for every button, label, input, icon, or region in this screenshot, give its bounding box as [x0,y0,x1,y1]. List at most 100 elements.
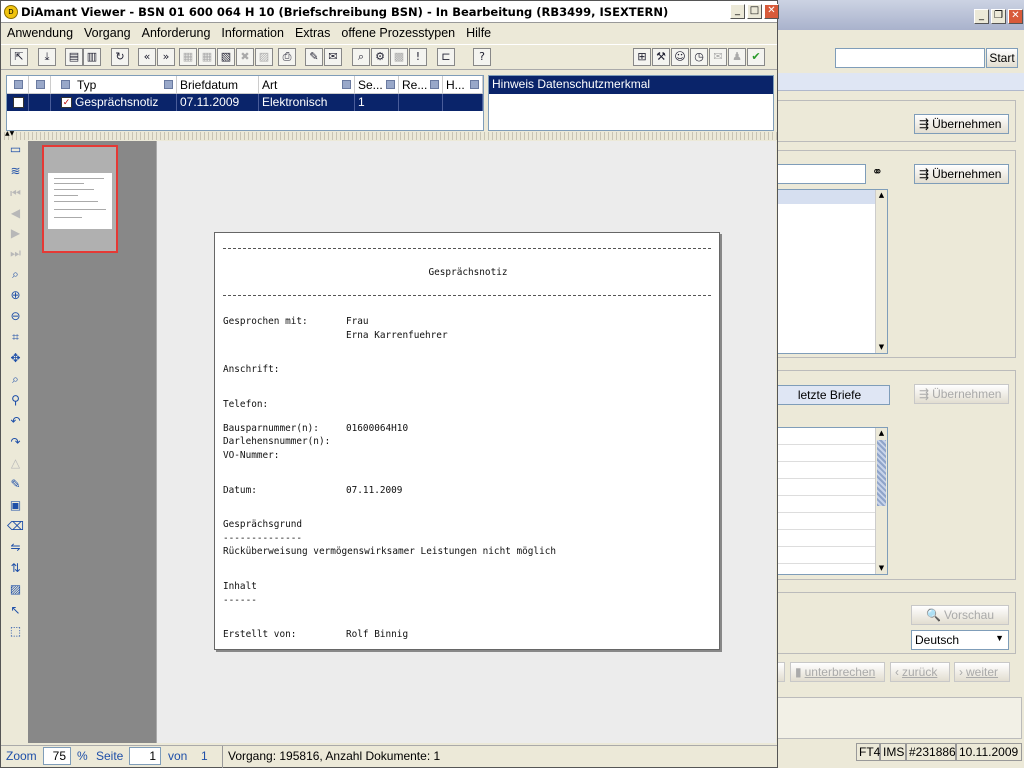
help-icon[interactable]: ? [473,48,491,66]
edit-icon[interactable]: ✎ [305,48,323,66]
status-ims: IMS [880,743,906,761]
scroll-down-icon[interactable]: ▼ [876,563,887,574]
print-icon[interactable]: ⎙ [278,48,296,66]
collapse-arrows-icon[interactable]: ▲▼ [5,131,14,137]
tool-1-icon[interactable]: ⊞ [633,48,651,66]
restore-icon[interactable]: ❐ [991,9,1006,24]
header-briefdatum[interactable]: Briefdatum [177,76,259,94]
download-icon[interactable]: ⤓ [38,48,56,66]
rotate-right-icon[interactable]: ↷ [7,434,24,451]
zoom-in-icon[interactable]: ⊕ [7,287,24,304]
section-header-bar [770,73,1024,91]
result-list[interactable]: ▲ ▼ [770,189,888,354]
hinweis-header[interactable]: Hinweis Datenschutzmerkmal [489,76,773,94]
header-re[interactable]: Re... [399,76,443,94]
weiter-button: › weiter [954,662,1010,682]
menu-anwendung[interactable]: Anwendung [7,26,73,40]
zoom-out-icon[interactable]: ⊖ [7,308,24,325]
erstellt-value: Rolf Binnig [346,629,409,640]
flip-horizontal-icon[interactable]: ⇋ [7,539,24,556]
prev-page-icon: ◀ [10,206,21,220]
alert-icon[interactable]: ! [409,48,427,66]
panel-1: ⇶ Übernehmen [770,100,1016,142]
menu-anforderung[interactable]: Anforderung [142,26,211,40]
header-se[interactable]: Se... [355,76,399,94]
image-icon[interactable]: ▨ [7,581,24,598]
zoom-fit-icon[interactable]: ⌕ [7,266,24,283]
exit-icon[interactable]: ⇱ [10,48,28,66]
doc-search-icon[interactable]: ⌕ [352,48,370,66]
close-icon[interactable]: ✕ [764,4,779,19]
menu-information[interactable]: Information [221,26,284,40]
splitter-handle[interactable]: ▲▼ [1,131,777,140]
row-checkbox[interactable] [13,97,24,108]
scroll-up-icon[interactable]: ▲ [876,190,887,201]
row-se: 1 [355,94,399,111]
page-view-icon[interactable]: ▭ [7,141,24,158]
letters-scrollbar[interactable]: ▲ ▼ [875,428,887,574]
minimize-icon[interactable]: _ [974,9,989,24]
magnifier-icon[interactable]: ⚲ [7,392,24,409]
search-input[interactable] [835,48,985,68]
pointer-icon[interactable]: ↖ [7,602,24,619]
document-viewer[interactable]: Gesprächsnotiz Gesprochen mit: Frau Erna… [156,141,776,743]
list-scrollbar[interactable]: ▲ ▼ [875,190,887,353]
note-icon[interactable]: ✉ [324,48,342,66]
page-thumbnail[interactable] [42,145,118,253]
checkmark-icon[interactable]: ✔ [747,48,765,66]
scroll-up-icon[interactable]: ▲ [876,428,887,439]
uebernehmen-button-1[interactable]: ⇶ Übernehmen [914,114,1009,134]
users-icon[interactable]: ☺ [671,48,689,66]
flip-vertical-icon[interactable]: ⇅ [7,560,24,577]
doc-copy-icon[interactable]: ▥ [83,48,101,66]
doc-action-3-icon[interactable]: ▧ [217,48,235,66]
forward-icon[interactable]: » [157,48,175,66]
header-typ[interactable]: Typ [51,76,177,94]
thumbnail-page [48,173,112,229]
header-select-col[interactable] [7,76,29,94]
maximize-icon[interactable]: □ [747,4,762,19]
pan-icon[interactable]: ✥ [7,350,24,367]
doc-settings-icon[interactable]: ⚙ [371,48,389,66]
doc-open-icon[interactable]: ▤ [65,48,83,66]
hammer-icon[interactable]: ⚒ [652,48,670,66]
binoculars-icon[interactable]: ⚭ [872,165,883,180]
header-h[interactable]: H... [443,76,483,94]
layers-icon[interactable]: ≋ [7,163,24,180]
language-select[interactable]: Deutsch ▼ [911,630,1009,650]
status-bar: Zoom 75 % Seite 1 von 1 Vorgang: 195816,… [1,745,777,768]
scroll-thumb[interactable] [877,440,886,506]
row-checkbox-cell[interactable] [7,94,29,111]
menu-offene-prozesstypen[interactable]: offene Prozesstypen [341,26,455,40]
header-art[interactable]: Art [259,76,355,94]
menu-hilfe[interactable]: Hilfe [466,26,491,40]
close-icon[interactable]: ✕ [1008,9,1023,24]
back-icon[interactable]: « [138,48,156,66]
search-field[interactable] [770,164,866,184]
eraser-icon[interactable]: ⌫ [7,518,24,535]
zoom-region-icon[interactable]: ⌕ [7,371,24,388]
scroll-down-icon[interactable]: ▼ [876,342,887,353]
rotate-left-icon[interactable]: ↶ [7,413,24,430]
apply-icon: ⇶ [919,167,930,181]
table-row[interactable]: ✓ Gesprächsnotiz 07.11.2009 Elektronisch … [7,94,483,111]
letzte-briefe-tab[interactable]: letzte Briefe [770,385,890,405]
page-input[interactable]: 1 [129,747,161,765]
table-header: Typ Briefdatum Art Se... Re... H... [7,76,483,94]
start-button[interactable]: Start [986,48,1018,68]
row-re [399,94,443,111]
minimize-icon[interactable]: _ [730,4,745,19]
menu-vorgang[interactable]: Vorgang [84,26,131,40]
zoom-input[interactable]: 75 [43,747,71,765]
annotate-icon[interactable]: ✎ [7,476,24,493]
refresh-icon[interactable]: ↻ [111,48,129,66]
letters-list[interactable]: ▲ ▼ [770,427,888,575]
menu-extras[interactable]: Extras [295,26,330,40]
crop-icon[interactable]: ⌗ [7,329,24,346]
uebernehmen-button-2[interactable]: ⇶ Übernehmen [914,164,1009,184]
folder-icon[interactable]: ⊏ [437,48,455,66]
select-region-icon[interactable]: ⬚ [7,623,24,640]
header-flag-col[interactable] [29,76,51,94]
clock-icon[interactable]: ◷ [690,48,708,66]
stamp-icon[interactable]: ▣ [7,497,24,514]
